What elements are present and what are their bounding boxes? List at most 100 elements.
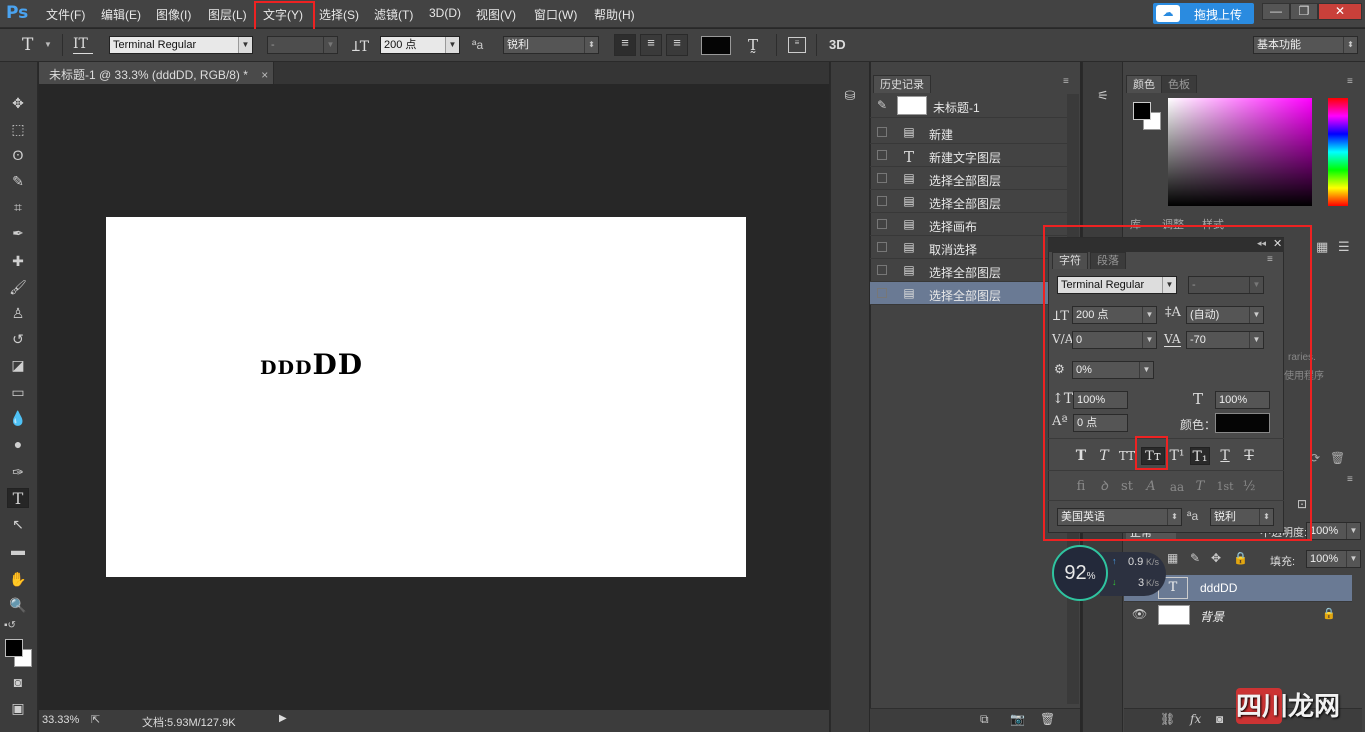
upload-button[interactable]: ☁ 拖拽上传 bbox=[1153, 3, 1254, 24]
history-snapshot[interactable]: ✎ 未标题-1 bbox=[870, 94, 1067, 118]
canvas[interactable] bbox=[106, 217, 746, 577]
history-panel-icon[interactable]: ⛁ bbox=[840, 88, 860, 106]
quick-mask-icon[interactable]: ◙ bbox=[7, 672, 29, 692]
font-style-dropdown[interactable]: - ▼ bbox=[267, 36, 338, 54]
status-menu-arrow-icon[interactable]: ▶ bbox=[279, 713, 287, 724]
lock-position-icon[interactable]: ✥ bbox=[1211, 551, 1221, 565]
lock-all-icon[interactable]: 🔒 bbox=[1233, 551, 1248, 565]
font-family-dropdown[interactable]: Terminal Regular ▼ bbox=[109, 36, 253, 54]
pen-tool-icon[interactable]: ✑ bbox=[7, 462, 29, 482]
new-document-from-state-icon[interactable]: ⧉ bbox=[980, 712, 989, 727]
tab-color[interactable]: 颜色 bbox=[1126, 75, 1162, 93]
color-field[interactable] bbox=[1168, 98, 1312, 206]
brush-presets-icon[interactable]: ⚟ bbox=[1093, 88, 1113, 106]
clone-stamp-tool-icon[interactable]: ♙ bbox=[7, 303, 29, 323]
history-checkbox[interactable] bbox=[877, 196, 887, 206]
tab-swatches[interactable]: 色板 bbox=[1161, 75, 1197, 93]
fg-color-chip[interactable] bbox=[1133, 102, 1151, 120]
layer-name[interactable]: dddDD bbox=[1200, 581, 1237, 595]
align-right-button[interactable]: ≡ bbox=[666, 34, 688, 56]
link-layers-icon[interactable]: ⛓ bbox=[1160, 712, 1175, 726]
dodge-tool-icon[interactable]: ● bbox=[7, 434, 29, 454]
align-left-button[interactable]: ≡ bbox=[614, 34, 636, 56]
document-tab[interactable]: 未标题-1 @ 33.3% (dddDD, RGB/8) * × bbox=[39, 62, 274, 84]
history-item[interactable]: ▤ 新建 bbox=[870, 121, 1067, 144]
gradient-tool-icon[interactable]: ▭ bbox=[7, 382, 29, 402]
panel-menu-icon[interactable]: ≡ bbox=[1063, 76, 1069, 87]
lock-transparent-icon[interactable]: ▦ bbox=[1167, 551, 1178, 565]
text-color-swatch[interactable] bbox=[701, 36, 731, 55]
zoom-level[interactable]: 33.33% bbox=[42, 714, 79, 726]
warp-text-icon[interactable]: T̰ bbox=[748, 36, 766, 56]
screen-mode-icon[interactable]: ▣ bbox=[7, 698, 29, 718]
marquee-tool-icon[interactable]: ⬚ bbox=[7, 119, 29, 139]
fx-icon[interactable]: fx bbox=[1190, 712, 1201, 726]
zoom-tool-icon[interactable]: 🔍 bbox=[7, 595, 29, 615]
restore-button[interactable]: ❐ bbox=[1290, 3, 1318, 20]
list-view-icon[interactable]: ☰ bbox=[1338, 239, 1350, 255]
workspace-dropdown[interactable]: 基本功能 ⬍ bbox=[1253, 36, 1358, 54]
antialias-dropdown[interactable]: 锐利 ⬍ bbox=[503, 36, 599, 54]
healing-brush-tool-icon[interactable]: ✚ bbox=[7, 251, 29, 271]
history-item-selected[interactable]: ▤ 选择全部图层 bbox=[870, 282, 1067, 305]
history-item[interactable]: ▤ 选择画布 bbox=[870, 213, 1067, 236]
history-checkbox[interactable] bbox=[877, 242, 887, 252]
menu-help[interactable]: 帮助(H) bbox=[594, 6, 635, 23]
history-item[interactable]: T 新建文字图层 bbox=[870, 144, 1067, 167]
grid-view-icon[interactable]: ▦ bbox=[1316, 239, 1328, 255]
menu-edit[interactable]: 编辑(E) bbox=[101, 6, 141, 23]
canvas-text-layer[interactable]: DDDDD bbox=[260, 348, 363, 381]
eraser-tool-icon[interactable]: ◪ bbox=[7, 355, 29, 375]
fill-field[interactable]: 100% ▼ bbox=[1306, 550, 1361, 568]
add-mask-icon[interactable]: ◙ bbox=[1216, 712, 1223, 726]
close-tab-icon[interactable]: × bbox=[261, 68, 268, 82]
history-brush-source-icon[interactable]: ✎ bbox=[877, 98, 887, 112]
eye-icon[interactable]: 👁 bbox=[1132, 607, 1147, 621]
history-checkbox[interactable] bbox=[877, 288, 887, 298]
opacity-field[interactable]: 100% ▼ bbox=[1306, 522, 1361, 540]
close-button[interactable]: ✕ bbox=[1318, 3, 1362, 20]
path-selection-tool-icon[interactable]: ↖ bbox=[7, 514, 29, 534]
history-checkbox[interactable] bbox=[877, 127, 887, 137]
lock-image-icon[interactable]: ✎ bbox=[1190, 551, 1200, 565]
brush-tool-icon[interactable]: 🖌 bbox=[7, 277, 29, 297]
history-checkbox[interactable] bbox=[877, 219, 887, 229]
layer-row[interactable]: 👁 背景 🔒 bbox=[1124, 601, 1352, 627]
menu-layer[interactable]: 图层(L) bbox=[208, 6, 247, 23]
foreground-color-swatch[interactable] bbox=[5, 639, 23, 657]
preset-chevron-down-icon[interactable]: ▼ bbox=[44, 40, 52, 49]
menu-file[interactable]: 文件(F) bbox=[46, 6, 85, 23]
trash-icon[interactable]: 🗑 bbox=[1040, 712, 1055, 726]
menu-3d[interactable]: 3D(D) bbox=[429, 6, 461, 20]
share-icon[interactable]: ⇱ bbox=[91, 713, 100, 726]
quick-select-tool-icon[interactable]: ✎ bbox=[7, 171, 29, 191]
trash-icon[interactable]: 🗑 bbox=[1330, 451, 1345, 465]
type-tool-preset-icon[interactable]: T bbox=[22, 35, 40, 55]
rectangle-tool-icon[interactable]: ▬ bbox=[7, 540, 29, 560]
character-panel-toggle-icon[interactable]: ≡ bbox=[788, 37, 806, 53]
menu-image[interactable]: 图像(I) bbox=[156, 6, 191, 23]
history-item[interactable]: ▤ 选择全部图层 bbox=[870, 259, 1067, 282]
font-size-dropdown[interactable]: 200 点 ▼ bbox=[380, 36, 460, 54]
camera-icon[interactable]: 📷 bbox=[1010, 712, 1025, 726]
tab-history[interactable]: 历史记录 bbox=[873, 75, 931, 93]
menu-filter[interactable]: 滤镜(T) bbox=[374, 6, 413, 23]
align-center-button[interactable]: ≡ bbox=[640, 34, 662, 56]
hand-tool-icon[interactable]: ✋ bbox=[7, 569, 29, 589]
menu-window[interactable]: 窗口(W) bbox=[534, 6, 577, 23]
memory-usage-gauge[interactable]: 92% bbox=[1052, 545, 1108, 601]
panel-menu-icon[interactable]: ≡ bbox=[1347, 474, 1353, 485]
history-item[interactable]: ▤ 选择全部图层 bbox=[870, 167, 1067, 190]
move-tool-icon[interactable]: ✥ bbox=[7, 93, 29, 113]
default-colors-icon[interactable]: ▪↺ bbox=[4, 620, 16, 631]
history-checkbox[interactable] bbox=[877, 150, 887, 160]
menu-view[interactable]: 视图(V) bbox=[476, 6, 516, 23]
lasso-tool-icon[interactable]: ʘ bbox=[7, 145, 29, 165]
type-tool-icon[interactable]: T bbox=[7, 488, 29, 508]
history-item[interactable]: ▤ 取消选择 bbox=[870, 236, 1067, 259]
3d-button[interactable]: 3D bbox=[829, 37, 846, 52]
history-checkbox[interactable] bbox=[877, 265, 887, 275]
blur-tool-icon[interactable]: 💧 bbox=[7, 408, 29, 428]
orientation-toggle-icon[interactable]: IT bbox=[73, 36, 93, 54]
layer-name[interactable]: 背景 bbox=[1200, 608, 1224, 625]
